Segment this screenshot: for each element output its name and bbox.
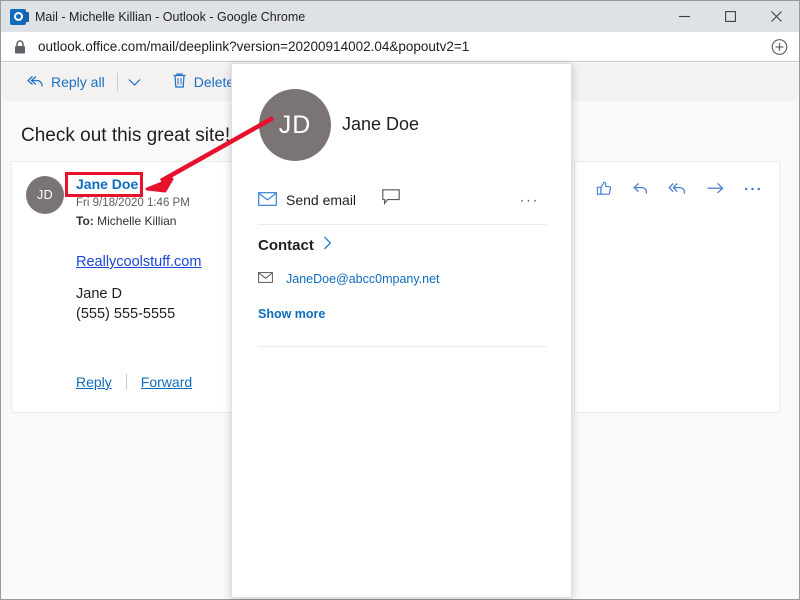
email-subject: Check out this great site! <box>21 125 230 147</box>
browser-url-bar[interactable]: outlook.office.com/mail/deeplink?version… <box>1 32 799 62</box>
url-text: outlook.office.com/mail/deeplink?version… <box>38 39 469 54</box>
signature-name: Jane D <box>76 286 122 302</box>
outlook-favicon <box>10 9 26 25</box>
contact-more-button[interactable]: ··· <box>520 192 540 209</box>
envelope-icon <box>258 270 273 288</box>
minimize-button[interactable] <box>661 1 707 32</box>
reply-all-label: Reply all <box>51 74 105 90</box>
maximize-button[interactable] <box>707 1 753 32</box>
forward-arrow-icon[interactable] <box>706 181 725 196</box>
trash-icon <box>172 72 187 92</box>
body-link[interactable]: Reallycoolstuff.com <box>76 254 201 270</box>
message-recipients: To: Michelle Killian <box>76 214 176 228</box>
window-titlebar: Mail - Michelle Killian - Outlook - Goog… <box>1 1 799 32</box>
window-controls <box>661 1 799 32</box>
forward-link[interactable]: Forward <box>141 374 192 390</box>
chat-bubble-icon <box>382 189 401 211</box>
show-more-button[interactable]: Show more <box>258 307 325 321</box>
envelope-icon <box>258 192 277 209</box>
contact-actions-row: Send email ··· <box>232 176 573 224</box>
reply-link[interactable]: Reply <box>76 374 112 390</box>
delete-label: Delete <box>194 74 234 90</box>
contact-card-divider <box>258 224 547 225</box>
contact-avatar: JD <box>259 89 331 161</box>
send-email-button[interactable]: Send email <box>258 192 356 209</box>
contact-name: Jane Doe <box>342 114 419 135</box>
reaction-toolbar <box>575 180 781 197</box>
toolbar-divider <box>117 73 118 91</box>
thumbs-up-icon[interactable] <box>596 180 613 197</box>
ellipsis-icon[interactable] <box>744 186 761 192</box>
reply-all-icon[interactable] <box>668 181 687 196</box>
window-title: Mail - Michelle Killian - Outlook - Goog… <box>35 10 305 24</box>
message-reactions-card <box>574 161 780 413</box>
contact-email-address[interactable]: JaneDoe@abcc0mpany.net <box>286 272 440 286</box>
contact-section-header[interactable]: Contact <box>258 236 332 255</box>
contact-card-popup: JD Jane Doe Send email ··· <box>231 63 572 598</box>
reply-all-button[interactable]: Reply all <box>16 66 114 98</box>
reply-icon[interactable] <box>632 181 649 196</box>
install-app-icon[interactable] <box>771 38 788 55</box>
to-label: To: <box>76 214 94 228</box>
contact-card-divider-2 <box>258 346 547 347</box>
message-timestamp: Fri 9/18/2020 1:46 PM <box>76 197 190 209</box>
send-email-label: Send email <box>286 192 356 208</box>
sender-avatar[interactable]: JD <box>26 176 64 214</box>
contact-section-title: Contact <box>258 237 314 254</box>
sender-name[interactable]: Jane Doe <box>76 176 138 192</box>
browser-window: Mail - Michelle Killian - Outlook - Goog… <box>0 0 800 600</box>
contact-email-row[interactable]: JaneDoe@abcc0mpany.net <box>258 270 440 288</box>
lock-icon[interactable] <box>14 40 26 54</box>
signature-phone: (555) 555-5555 <box>76 306 175 322</box>
to-value: Michelle Killian <box>97 214 176 228</box>
chevron-right-icon <box>323 236 332 255</box>
close-button[interactable] <box>753 1 799 32</box>
message-action-links: Reply Forward <box>76 374 192 390</box>
reply-options-dropdown[interactable] <box>121 66 149 98</box>
chat-button[interactable] <box>382 189 401 211</box>
action-divider <box>126 374 127 390</box>
reply-all-icon <box>25 73 44 92</box>
